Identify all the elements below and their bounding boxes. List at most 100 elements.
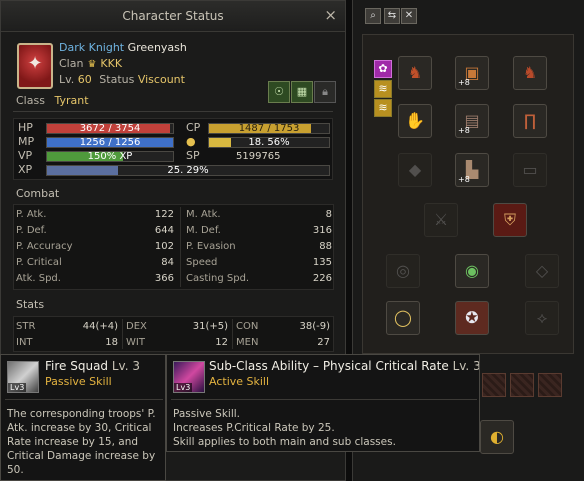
xp-bar: 25. 29% [46, 165, 330, 176]
stat-value: 38(-9) [299, 321, 331, 332]
inspect-icon[interactable]: ⌕ [365, 8, 381, 24]
stat-label: CON [236, 321, 259, 332]
divider [13, 111, 333, 112]
helmet-slot[interactable]: ♞ [398, 56, 432, 90]
weapon-slot[interactable]: ⚔ [424, 203, 458, 237]
stat-label: P. Critical [16, 257, 62, 268]
xp-label: XP [18, 163, 33, 176]
belt-slot[interactable]: ▭ [513, 153, 547, 187]
skill-name: Sub-Class Ability – Physical Critical Ra… [209, 359, 480, 373]
stat-label: MEN [236, 337, 259, 348]
stat-label: WIT [126, 337, 145, 348]
character-name: Greenyash [127, 41, 187, 54]
stat-value: 44(+4) [82, 321, 118, 332]
stat-value: 135 [312, 257, 332, 268]
combat-table: P. Atk. 122 M. Atk. 8 P. Def. 644 M. Def… [13, 204, 334, 290]
close-icon[interactable]: × [324, 6, 337, 24]
stats-row: INT 18 WIT 12 MEN 27 [14, 335, 333, 351]
tools-icon[interactable]: ✕ [401, 8, 417, 24]
fire-squad-icon: Lv3 [7, 361, 39, 393]
level-label: Lv. [59, 73, 75, 86]
social-icon: ☉ [274, 85, 284, 98]
xp-value: 25. 29% [167, 165, 209, 176]
ring-slot[interactable]: ◯ [386, 301, 420, 335]
bracelet-slot[interactable]: ◐ [480, 420, 514, 454]
vitals-bars: HP 3672 / 3754 MP 1256 / 1256 VP 150% XP… [13, 118, 333, 180]
stat-value: 12 [215, 337, 228, 348]
earring-slot[interactable]: ◇ [525, 254, 559, 288]
cp-bar: 1487 / 1753 [208, 123, 330, 134]
stat-label: DEX [126, 321, 147, 332]
class-line: Class Tyrant [16, 94, 89, 107]
coin-icon: ● [186, 135, 196, 148]
class-label: Class [16, 94, 45, 107]
social-button[interactable]: ☉ [268, 81, 290, 103]
skill-level: Lv. 3 [452, 359, 480, 373]
boots-slot[interactable]: ▙ +8 [455, 153, 489, 187]
swap-icon[interactable]: ⇆ [384, 8, 400, 24]
stat-value: 84 [161, 257, 174, 268]
buff-icon[interactable]: ≋ [374, 99, 392, 117]
talisman-slot[interactable]: ✪ [455, 301, 489, 335]
stat-value: 18 [105, 337, 118, 348]
skill-tooltip: Lv3 Sub-Class Ability – Physical Critica… [166, 354, 480, 452]
cloak-slot[interactable]: ◆ [398, 153, 432, 187]
combat-row: P. Critical 84 Speed 135 [14, 255, 333, 271]
buff-icon[interactable]: ✿ [374, 60, 392, 78]
hp-label: HP [18, 121, 33, 134]
stats-row: STR 44(+4) DEX 31(+5) CON 38(-9) [14, 319, 333, 335]
skill-name: Fire Squad Lv. 3 [45, 359, 140, 373]
skill-name-text: Fire Squad [45, 359, 109, 373]
class-title: Dark Knight [59, 41, 125, 54]
buff-icon[interactable]: ≋ [374, 80, 392, 98]
stat-label: P. Atk. [16, 209, 47, 220]
stat-value: 31(+5) [192, 321, 228, 332]
skill-description: The corresponding troops' P. Atk. increa… [7, 408, 156, 476]
title-bar[interactable]: Character Status × [1, 1, 345, 32]
ring-slot[interactable]: ⟡ [525, 301, 559, 335]
stat-label: P. Def. [16, 225, 47, 236]
armor-slot[interactable]: ▤ +8 [455, 104, 489, 138]
earring-slot[interactable]: ◎ [386, 254, 420, 288]
stats-table: STR 44(+4) DEX 31(+5) CON 38(-9) INT 18 … [13, 316, 334, 352]
window-title: Character Status [122, 9, 224, 23]
skill-tooltip: Lv3 Fire Squad Lv. 3 Passive Skill The c… [0, 354, 166, 481]
stat-label: INT [16, 337, 33, 348]
lock-button[interactable]: 🔒︎ [314, 81, 336, 103]
icon-level: Lv3 [8, 383, 27, 392]
legs-slot[interactable]: ∏ [513, 104, 547, 138]
skills-icon: ▦ [296, 85, 308, 98]
skill-type: Active Skill [209, 375, 270, 388]
shield-slot[interactable]: ⛨ [493, 203, 527, 237]
skill-type: Passive Skill [45, 375, 112, 388]
hp-bar: 3672 / 3754 [46, 123, 174, 134]
stat-label: M. Atk. [186, 209, 221, 220]
level-status-line: Lv. 60 Status Viscount [59, 73, 185, 86]
sp-label: SP [186, 149, 200, 162]
skill-level: Lv. 3 [111, 359, 140, 373]
enchant-level: +8 [458, 175, 470, 184]
stat-label: Speed [186, 257, 218, 268]
armor-slot[interactable]: ▣ +8 [455, 56, 489, 90]
helmet-slot[interactable]: ♞ [513, 56, 547, 90]
mp-value: 1256 / 1256 [79, 137, 141, 148]
stat-value: 226 [312, 273, 332, 284]
skills-button[interactable]: ▦ [291, 81, 313, 103]
divider [171, 399, 477, 400]
vp-bar: 150% XP [46, 151, 174, 162]
locked-slot [538, 373, 562, 397]
skill-description-line: Passive Skill. [173, 408, 240, 420]
stats-heading: Stats [16, 298, 45, 311]
icon-level: Lv3 [174, 383, 193, 392]
vp-value: 150% XP [87, 151, 133, 162]
stat-value: 102 [154, 241, 174, 252]
stat-label: Casting Spd. [186, 273, 250, 284]
gloves-slot[interactable]: ✋ [398, 104, 432, 138]
character-name-line: Dark Knight Greenyash [59, 41, 187, 54]
clan-name: KKK [100, 57, 123, 70]
necklace-slot[interactable]: ◉ [455, 254, 489, 288]
percent-bar: 18. 56% [208, 137, 330, 148]
status-label: Status [99, 73, 135, 86]
mp-bar: 1256 / 1256 [46, 137, 174, 148]
clan-label: Clan [59, 57, 84, 70]
